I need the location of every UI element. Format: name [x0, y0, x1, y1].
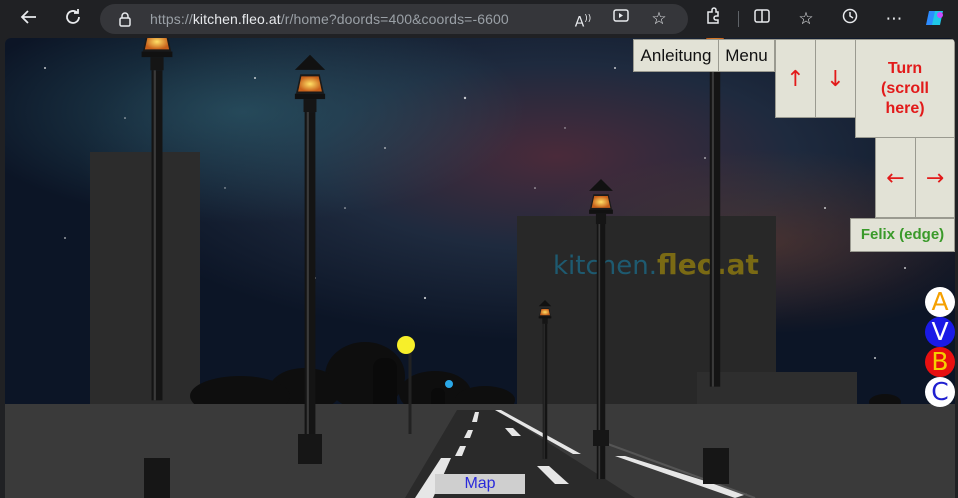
extensions-icon[interactable] [700, 7, 726, 31]
letter-button-c[interactable]: C [925, 377, 955, 407]
lamppost-base [298, 434, 322, 464]
turn-label: Turn (scroll here) [880, 60, 929, 117]
history-icon[interactable] [837, 7, 863, 31]
read-aloud-icon[interactable]: A)) [570, 7, 596, 31]
url-host: kitchen.fleo.at [192, 11, 281, 27]
url-prefix: https:// [150, 11, 193, 27]
turn-left-button[interactable]: ← [875, 137, 916, 218]
map-button[interactable]: Map [435, 474, 525, 494]
logo-brand: fleo.at [657, 248, 759, 281]
lamppost-base [144, 458, 170, 498]
blue-light [445, 380, 453, 388]
reload-icon[interactable] [60, 7, 86, 31]
anleitung-button[interactable]: Anleitung [633, 39, 719, 72]
kitchen-logo: kitchen.fleo.at [553, 248, 759, 281]
copilot-icon[interactable] [922, 7, 948, 31]
turn-right-button[interactable]: → [915, 137, 955, 218]
lamppost-base [593, 430, 609, 446]
favorite-star-icon[interactable]: ☆ [646, 7, 672, 31]
move-forward-button[interactable]: ↑ [775, 39, 816, 118]
url-path: /r/home?doords=400&coords=-6600 [280, 11, 509, 27]
more-icon[interactable]: ⋯ [881, 7, 907, 31]
letter-button-b[interactable]: B [925, 347, 955, 377]
letter-button-a[interactable]: A [925, 287, 955, 317]
turn-scroll-area[interactable]: Turn (scroll here) [855, 39, 955, 138]
building-left [90, 152, 200, 412]
move-back-button[interactable]: ↓ [815, 39, 856, 118]
address-bar[interactable]: https://kitchen.fleo.at/r/home?doords=40… [100, 4, 688, 34]
user-badge[interactable]: Felix (edge) [850, 218, 955, 252]
favorites-icon[interactable]: ☆ [793, 7, 819, 31]
split-screen-icon[interactable] [749, 7, 775, 31]
yellow-light [397, 336, 415, 354]
letter-button-v[interactable]: V [925, 317, 955, 347]
back-icon[interactable] [16, 7, 42, 31]
lock-icon[interactable] [118, 11, 132, 32]
media-icon[interactable] [608, 7, 634, 31]
page-viewport: kitchen.fleo.at [5, 38, 955, 498]
lamppost-base [703, 448, 729, 484]
browser-toolbar: https://kitchen.fleo.at/r/home?doords=40… [0, 0, 958, 38]
menu-button[interactable]: Menu [718, 39, 775, 72]
toolbar-divider [738, 11, 739, 27]
url-text[interactable]: https://kitchen.fleo.at/r/home?doords=40… [150, 11, 509, 27]
